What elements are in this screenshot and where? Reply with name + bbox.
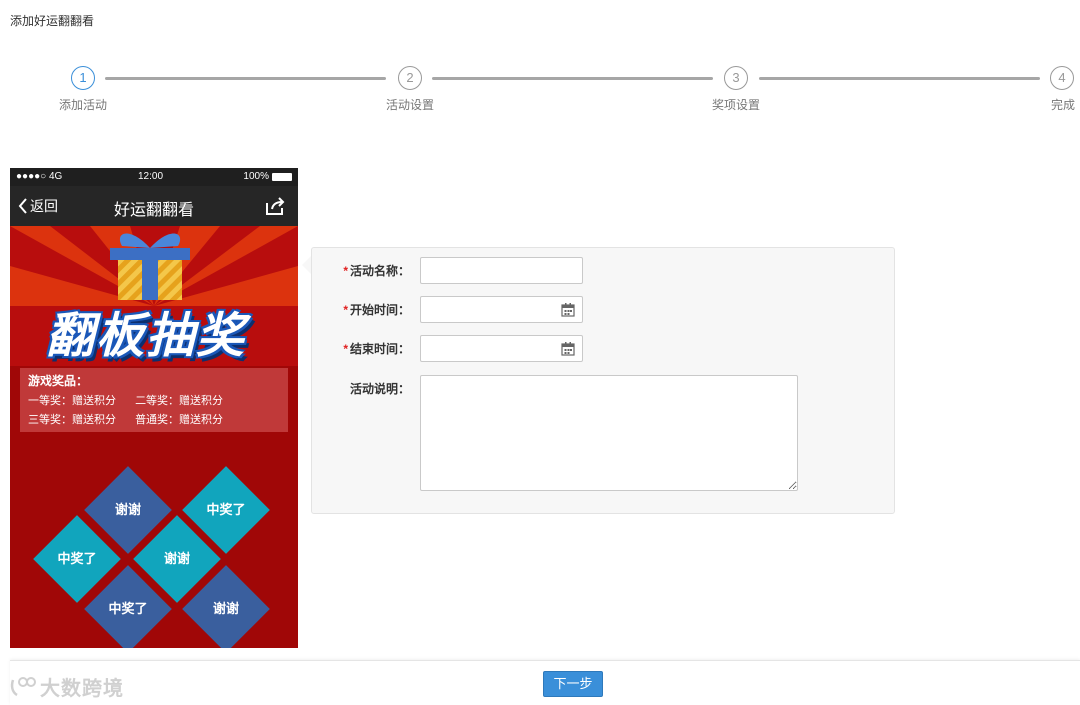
required-mark: * <box>343 303 348 317</box>
page-title: 添加好运翻翻看 <box>10 14 95 28</box>
prize-item: 二等奖：赠送积分 <box>135 395 224 407</box>
step-connector <box>105 77 386 80</box>
description-row: 活动说明： <box>312 375 798 491</box>
watermark-text: 大数跨境 <box>40 678 124 700</box>
required-mark: * <box>343 264 348 278</box>
step-label: 完成 <box>1050 98 1075 112</box>
logo-icon <box>10 676 36 696</box>
step-number: 2 <box>398 66 422 90</box>
prize-list: 游戏奖品： 一等奖：赠送积分 二等奖：赠送积分 三等奖：赠送积分 普通奖：赠送积… <box>20 368 288 432</box>
progress-stepper: 1 添加活动 2 活动设置 3 奖项设置 4 完成 <box>0 66 1080 126</box>
panel-pointer <box>302 256 311 274</box>
battery-icon <box>272 172 292 181</box>
prize-item: 一等奖：赠送积分 <box>28 395 116 407</box>
end-time-row: * 结束时间： <box>312 335 583 362</box>
name-label: * 活动名称： <box>343 264 410 278</box>
banner-title: 翻板抽奖 <box>46 310 247 363</box>
prize-item: 普通奖：赠送积分 <box>135 414 224 426</box>
phone-nav-bar: 返回 好运翻翻看 <box>10 186 298 226</box>
activity-name-input[interactable] <box>420 257 583 284</box>
flip-tile[interactable]: 谢谢 <box>182 565 270 648</box>
required-mark: * <box>343 342 348 356</box>
step-connector <box>759 77 1040 80</box>
phone-title: 好运翻翻看 <box>113 202 194 219</box>
step-label: 奖项设置 <box>711 98 760 112</box>
calendar-icon[interactable] <box>561 303 575 317</box>
step-number: 4 <box>1050 66 1074 90</box>
step-1: 1 添加活动 <box>43 66 123 113</box>
signal-indicator: ●●●●○ 4G <box>16 171 63 182</box>
footer-bar: 下一步 <box>10 660 1080 705</box>
step-label: 添加活动 <box>58 98 107 112</box>
activity-form: * 活动名称： * 开始时间： * 结束时间： 活动说明： <box>311 247 895 514</box>
tile-label: 中奖了 <box>108 601 148 616</box>
calendar-icon[interactable] <box>561 342 575 356</box>
promo-banner: 翻板抽奖 <box>10 226 298 366</box>
description-textarea[interactable] <box>420 375 798 491</box>
start-time-label: * 开始时间： <box>343 303 410 317</box>
tile-label: 谢谢 <box>212 601 239 616</box>
step-number: 1 <box>71 66 95 90</box>
prize-item: 三等奖：赠送积分 <box>28 414 116 426</box>
prize-row: 三等奖：赠送积分 普通奖：赠送积分 <box>28 411 280 427</box>
phone-status-bar: ●●●●○ 4G 12:00 100% <box>10 168 298 186</box>
step-label: 活动设置 <box>385 98 434 112</box>
status-time: 12:00 <box>138 171 164 182</box>
phone-preview: ●●●●○ 4G 12:00 100% 返回 好运翻翻看 翻板抽奖 游戏奖品： … <box>10 168 298 648</box>
step-number: 3 <box>724 66 748 90</box>
next-step-button[interactable]: 下一步 <box>543 671 603 697</box>
prize-title: 游戏奖品： <box>28 374 89 388</box>
prize-row: 一等奖：赠送积分 二等奖：赠送积分 <box>28 392 280 408</box>
description-label: 活动说明： <box>349 382 410 396</box>
share-icon[interactable] <box>264 195 286 217</box>
step-connector <box>432 77 713 80</box>
end-time-input[interactable] <box>420 335 583 362</box>
battery-percent: 100% <box>243 171 269 182</box>
start-time-input[interactable] <box>420 296 583 323</box>
battery-indicator: 100% <box>243 171 292 182</box>
start-time-row: * 开始时间： <box>312 296 583 323</box>
step-2: 2 活动设置 <box>370 66 450 113</box>
flip-tile[interactable]: 中奖了 <box>84 565 172 648</box>
watermark: 大数跨境 <box>10 672 124 701</box>
step-3: 3 奖项设置 <box>696 66 776 113</box>
step-4: 4 完成 <box>1022 66 1080 113</box>
name-row: * 活动名称： <box>312 257 583 284</box>
end-time-label: * 结束时间： <box>343 342 410 356</box>
